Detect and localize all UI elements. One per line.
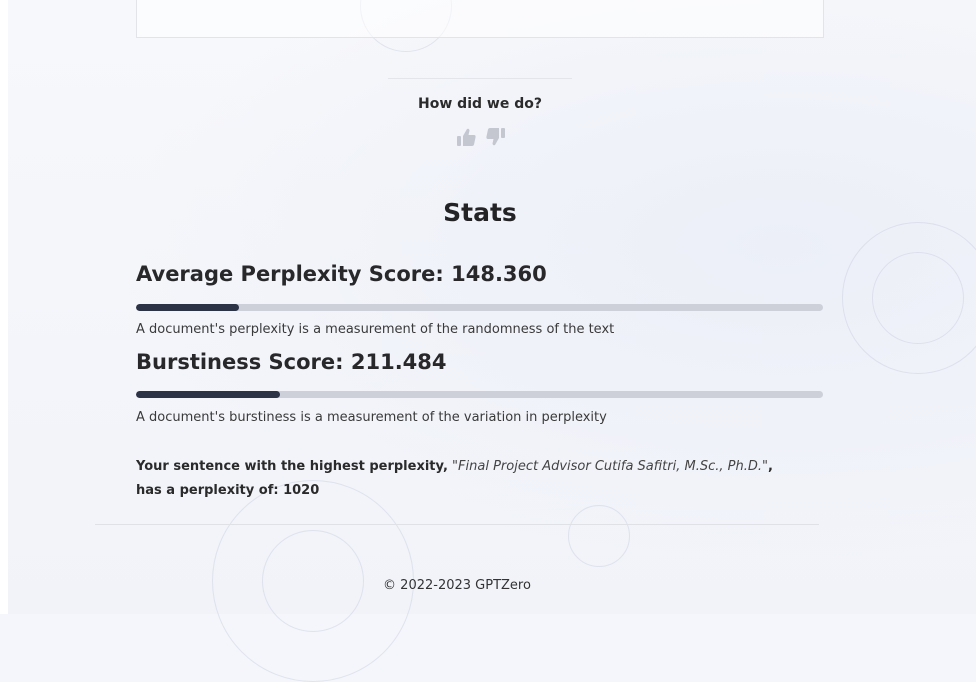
feedback-divider xyxy=(388,78,572,79)
perplexity-progress-bar xyxy=(136,304,823,311)
decorative-circle xyxy=(568,505,630,567)
highest-perplexity-lead: Your sentence with the highest perplexit… xyxy=(136,459,448,474)
feedback-title: How did we do? xyxy=(418,96,542,112)
feedback-buttons xyxy=(455,126,507,148)
footer-copyright: © 2022-2023 GPTZero xyxy=(383,578,531,593)
stats-heading: Stats xyxy=(443,198,517,227)
perplexity-score-title: Average Perplexity Score: 148.360 xyxy=(136,262,547,286)
perplexity-description: A document's perplexity is a measurement… xyxy=(136,322,615,337)
burstiness-description: A document's burstiness is a measurement… xyxy=(136,410,607,425)
footer-divider xyxy=(95,524,819,525)
left-frame-edge xyxy=(0,0,8,614)
text-input-card-bottom xyxy=(136,0,824,38)
thumbs-up-icon[interactable] xyxy=(455,126,477,148)
highest-perplexity-sentence: Your sentence with the highest perplexit… xyxy=(136,455,796,503)
highest-perplexity-quote: "Final Project Advisor Cutifa Safitri, M… xyxy=(452,459,768,474)
decorative-circle xyxy=(872,252,964,344)
perplexity-progress-fill xyxy=(136,304,240,311)
burstiness-progress-bar xyxy=(136,391,823,398)
thumbs-down-icon[interactable] xyxy=(485,126,507,148)
burstiness-score-title: Burstiness Score: 211.484 xyxy=(136,350,447,374)
burstiness-progress-fill xyxy=(136,391,281,398)
